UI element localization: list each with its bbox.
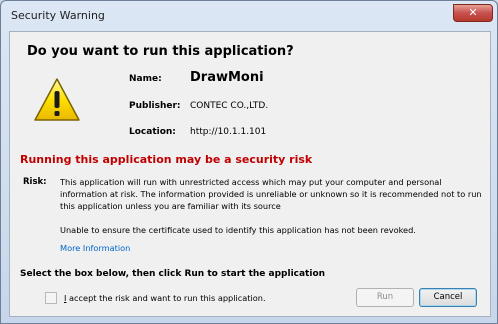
certificate-note: Unable to ensure the certificate used to…	[60, 225, 416, 235]
accept-heading: Select the box below, then click Run to …	[20, 269, 326, 279]
dialog-heading: Do you want to run this application?	[27, 44, 294, 59]
run-button[interactable]: Run	[356, 288, 414, 307]
accept-risk-label-text: accept the risk and want to run this app…	[66, 293, 266, 303]
name-label: Name:	[129, 74, 162, 84]
risk-description: This application will run with unrestric…	[60, 177, 482, 211]
close-button[interactable]: ✕	[453, 4, 493, 22]
risk-label: Risk:	[23, 177, 47, 187]
security-warning-window: Security Warning ✕ Do you want to run th…	[0, 0, 498, 324]
publisher-value: CONTEC CO.,LTD.	[190, 101, 269, 111]
name-value: DrawMoni	[190, 70, 264, 85]
publisher-label: Publisher:	[129, 101, 181, 111]
warning-triangle-icon	[34, 78, 80, 121]
accept-risk-label[interactable]: I accept the risk and want to run this a…	[64, 293, 266, 303]
close-icon: ✕	[468, 6, 478, 19]
title-bar[interactable]: Security Warning ✕	[1, 1, 497, 31]
accept-risk-checkbox[interactable]	[45, 292, 57, 304]
cancel-button[interactable]: Cancel	[419, 288, 477, 307]
dialog-content: Do you want to run this application? Nam…	[9, 31, 491, 317]
location-value: http://10.1.1.101	[190, 127, 267, 137]
risk-title: Running this application may be a securi…	[20, 153, 313, 166]
window-title: Security Warning	[11, 9, 105, 22]
more-information-link[interactable]: More Information	[60, 243, 130, 253]
location-label: Location:	[129, 127, 176, 137]
